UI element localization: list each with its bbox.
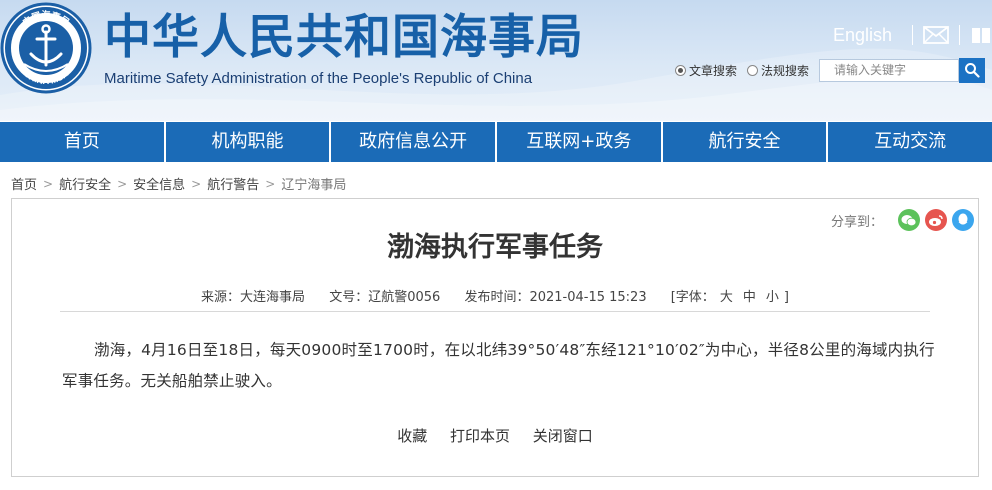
radio-dot[interactable] [675,64,686,76]
article-body: 渤海，4月16日至18日，每天0900时至1700时，在以北纬39°50′48″… [62,341,935,390]
font-size-medium[interactable]: 中 [743,290,756,305]
breadcrumb-separator: > [117,176,128,191]
breadcrumb-item[interactable]: 航行安全 [59,174,111,193]
nav-item-interaction[interactable]: 互动交流 [828,122,992,162]
article-doc-number: 文号：辽航警0056 [329,290,441,305]
print-link[interactable]: 打印本页 [450,427,510,445]
site-title-cn: 中华人民共和国海事局 [104,10,584,65]
font-size-label: [字体： [670,290,715,305]
nav-item-internet-gov[interactable]: 互联网+政务 [497,122,663,162]
mail-icon[interactable] [923,26,949,44]
radio-label: 法规搜索 [761,63,810,78]
site-title-en: Maritime Safety Administration of the Pe… [104,70,533,87]
article-panel: 分享到： 渤海执行军事任务 来源：大连海事局 文号：辽航警0056 发布时间：2… [11,198,979,477]
breadcrumb: 首页 > 航行安全 > 安全信息 > 航行警告 > 辽宁海事局 [11,174,346,194]
search-icon [965,63,980,78]
breadcrumb-separator: > [265,176,276,191]
breadcrumb-item[interactable]: 安全信息 [133,174,185,193]
breadcrumb-item-current[interactable]: 辽宁海事局 [281,174,346,193]
msa-logo[interactable]: 中国海事局 CHINA MSA [0,2,92,94]
divider [959,25,960,45]
breadcrumb-separator: > [191,176,202,191]
divider [60,311,930,312]
font-size-close: ] [783,290,789,305]
english-link[interactable]: English [833,25,892,46]
radio-label: 文章搜索 [689,63,738,78]
search-input[interactable]: 请输入关键字 [819,58,960,82]
font-size-small[interactable]: 小 [766,290,779,305]
search-button[interactable] [959,57,986,83]
article-meta: 来源：大连海事局 文号：辽航警0056 发布时间：2021-04-15 15:2… [12,286,978,305]
breadcrumb-separator: > [43,176,54,191]
radio-article-search[interactable]: 文章搜索 [675,62,737,79]
main-nav: 首页 机构职能 政府信息公开 互联网+政务 航行安全 互动交流 [0,122,992,162]
divider [912,25,913,45]
search-bar: 文章搜索 法规搜索 请输入关键字 [675,57,986,83]
favorite-link[interactable]: 收藏 [397,427,427,445]
top-links: English [833,22,992,48]
nav-item-navigation-safety[interactable]: 航行安全 [663,122,829,162]
font-size-large[interactable]: 大 [720,290,733,305]
breadcrumb-item[interactable]: 首页 [11,174,37,193]
nav-item-functions[interactable]: 机构职能 [166,122,332,162]
breadcrumb-item[interactable]: 航行警告 [207,174,259,193]
article-actions: 收藏 打印本页 关闭窗口 [12,425,978,446]
font-size-switcher: [字体： 大中小] [671,290,789,305]
close-window-link[interactable]: 关闭窗口 [533,427,593,445]
article-title: 渤海执行军事任务 [387,232,603,263]
nav-item-home[interactable]: 首页 [0,122,166,162]
site-header: 中国海事局 CHINA MSA 中华人民共和国海事局 Maritime Safe… [0,0,992,121]
radio-law-search[interactable]: 法规搜索 [747,62,809,79]
nav-item-gov-info[interactable]: 政府信息公开 [331,122,498,162]
radio-dot[interactable] [747,64,759,76]
anchor-icon: 中国海事局 CHINA MSA [0,2,92,94]
book-icon[interactable] [970,25,992,45]
article-publish-time: 发布时间：2021-04-15 15:23 [464,290,647,305]
article-source: 来源：大连海事局 [201,290,306,305]
